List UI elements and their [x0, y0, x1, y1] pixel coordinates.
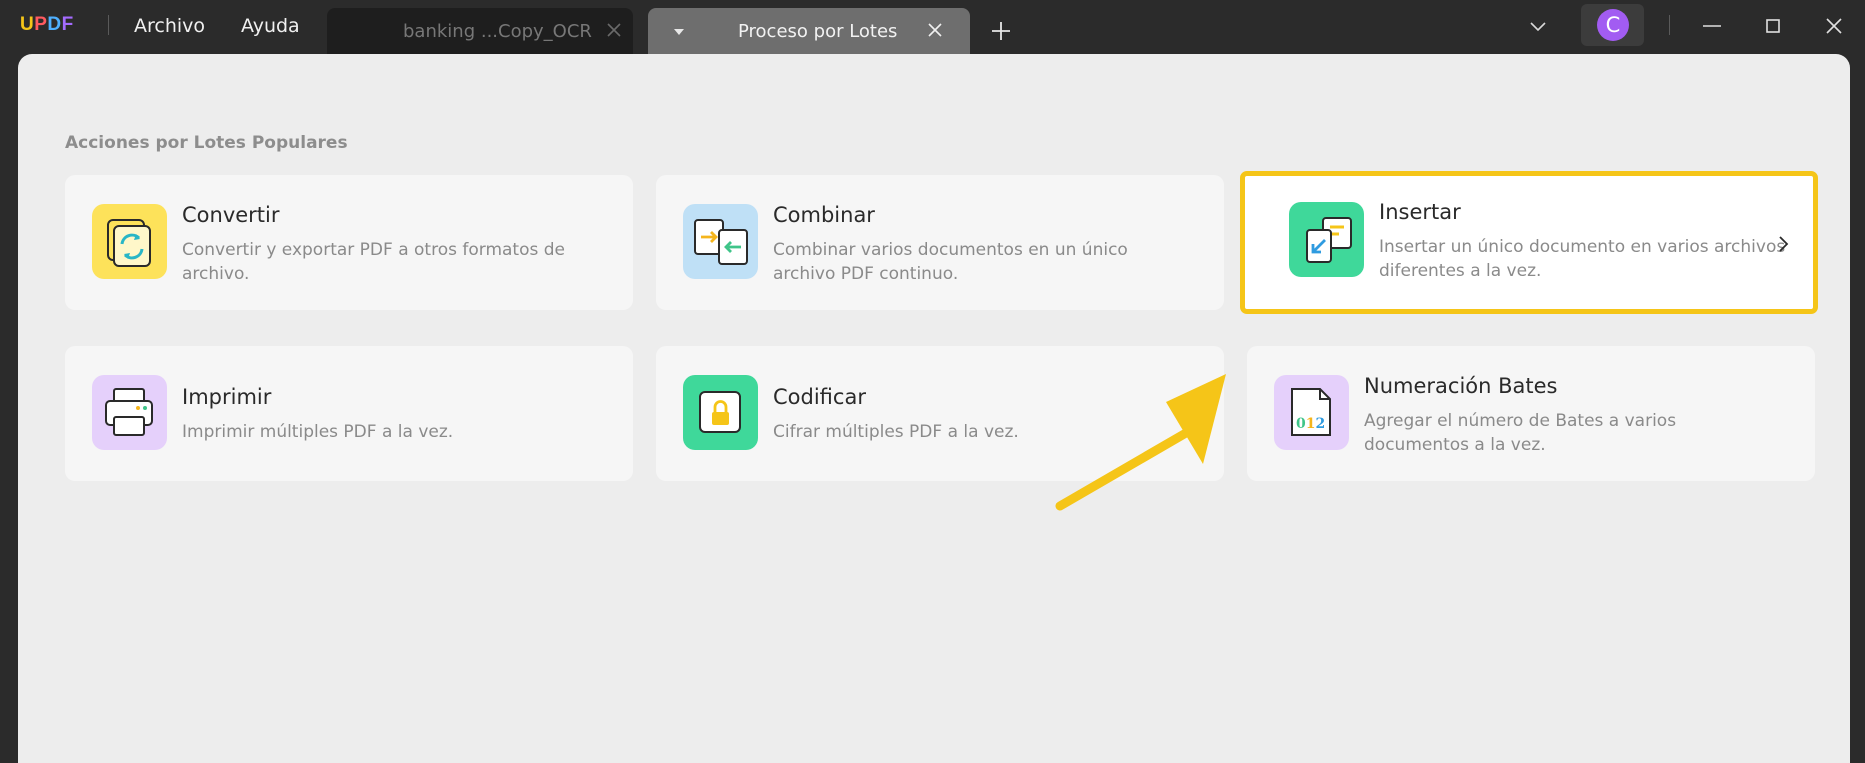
section-title: Acciones por Lotes Populares	[65, 133, 348, 153]
tab-batch-process[interactable]: Proceso por Lotes	[648, 8, 970, 54]
divider	[108, 15, 109, 35]
card-description: Combinar varios documentos en un único ar…	[773, 240, 1128, 284]
user-menu[interactable]: C	[1581, 4, 1644, 46]
card-description: Imprimir múltiples PDF a la vez.	[182, 422, 454, 442]
minimize-icon[interactable]	[1700, 14, 1724, 38]
maximize-icon[interactable]	[1761, 14, 1785, 38]
combine-icon	[683, 204, 758, 279]
chevron-down-icon[interactable]	[1526, 14, 1550, 38]
avatar: C	[1597, 9, 1629, 41]
card-description: Agregar el número de Bates a varios docum…	[1364, 411, 1677, 455]
print-icon	[92, 375, 167, 450]
insert-icon	[1289, 202, 1364, 277]
menu-archivo[interactable]: Archivo	[134, 15, 205, 37]
chevron-right-icon[interactable]	[1775, 233, 1791, 255]
card-numeracion-bates[interactable]: 012 Numeración Bates Agregar el número d…	[1247, 346, 1815, 481]
tab-label: Proceso por Lotes	[738, 21, 898, 42]
card-description: Insertar un único documento en varios ar…	[1379, 237, 1786, 281]
close-window-icon[interactable]	[1822, 14, 1846, 38]
close-icon[interactable]	[605, 21, 623, 39]
new-tab-plus-icon[interactable]	[990, 20, 1012, 42]
close-icon[interactable]	[926, 21, 944, 39]
menu-ayuda[interactable]: Ayuda	[241, 15, 300, 37]
svg-text:012: 012	[1296, 416, 1325, 432]
card-imprimir[interactable]: Imprimir Imprimir múltiples PDF a la vez…	[65, 346, 633, 481]
divider	[1669, 15, 1670, 35]
bates-icon: 012	[1274, 375, 1349, 450]
card-title: Combinar	[773, 203, 875, 227]
card-title: Numeración Bates	[1364, 374, 1558, 398]
tab-document[interactable]: banking ...Copy_OCR	[327, 8, 633, 54]
title-bar: UPDF Archivo Ayuda banking ...Copy_OCR P…	[0, 0, 1865, 54]
chevron-down-icon[interactable]	[674, 29, 684, 35]
card-insertar[interactable]: Insertar Insertar un único documento en …	[1240, 171, 1818, 314]
card-title: Convertir	[182, 203, 280, 227]
card-description: Convertir y exportar PDF a otros formato…	[182, 240, 565, 284]
tab-label: banking ...Copy_OCR	[403, 21, 592, 42]
card-title: Insertar	[1379, 200, 1461, 224]
annotation-arrow-icon	[1055, 374, 1226, 511]
lock-icon	[683, 375, 758, 450]
card-combinar[interactable]: Combinar Combinar varios documentos en u…	[656, 175, 1224, 310]
card-title: Imprimir	[182, 385, 272, 409]
card-convertir[interactable]: Convertir Convertir y exportar PDF a otr…	[65, 175, 633, 310]
batch-process-panel: Acciones por Lotes Populares Convertir C…	[18, 54, 1850, 763]
convert-icon	[92, 204, 167, 279]
card-title: Codificar	[773, 385, 866, 409]
updf-logo: UPDF	[20, 14, 74, 35]
